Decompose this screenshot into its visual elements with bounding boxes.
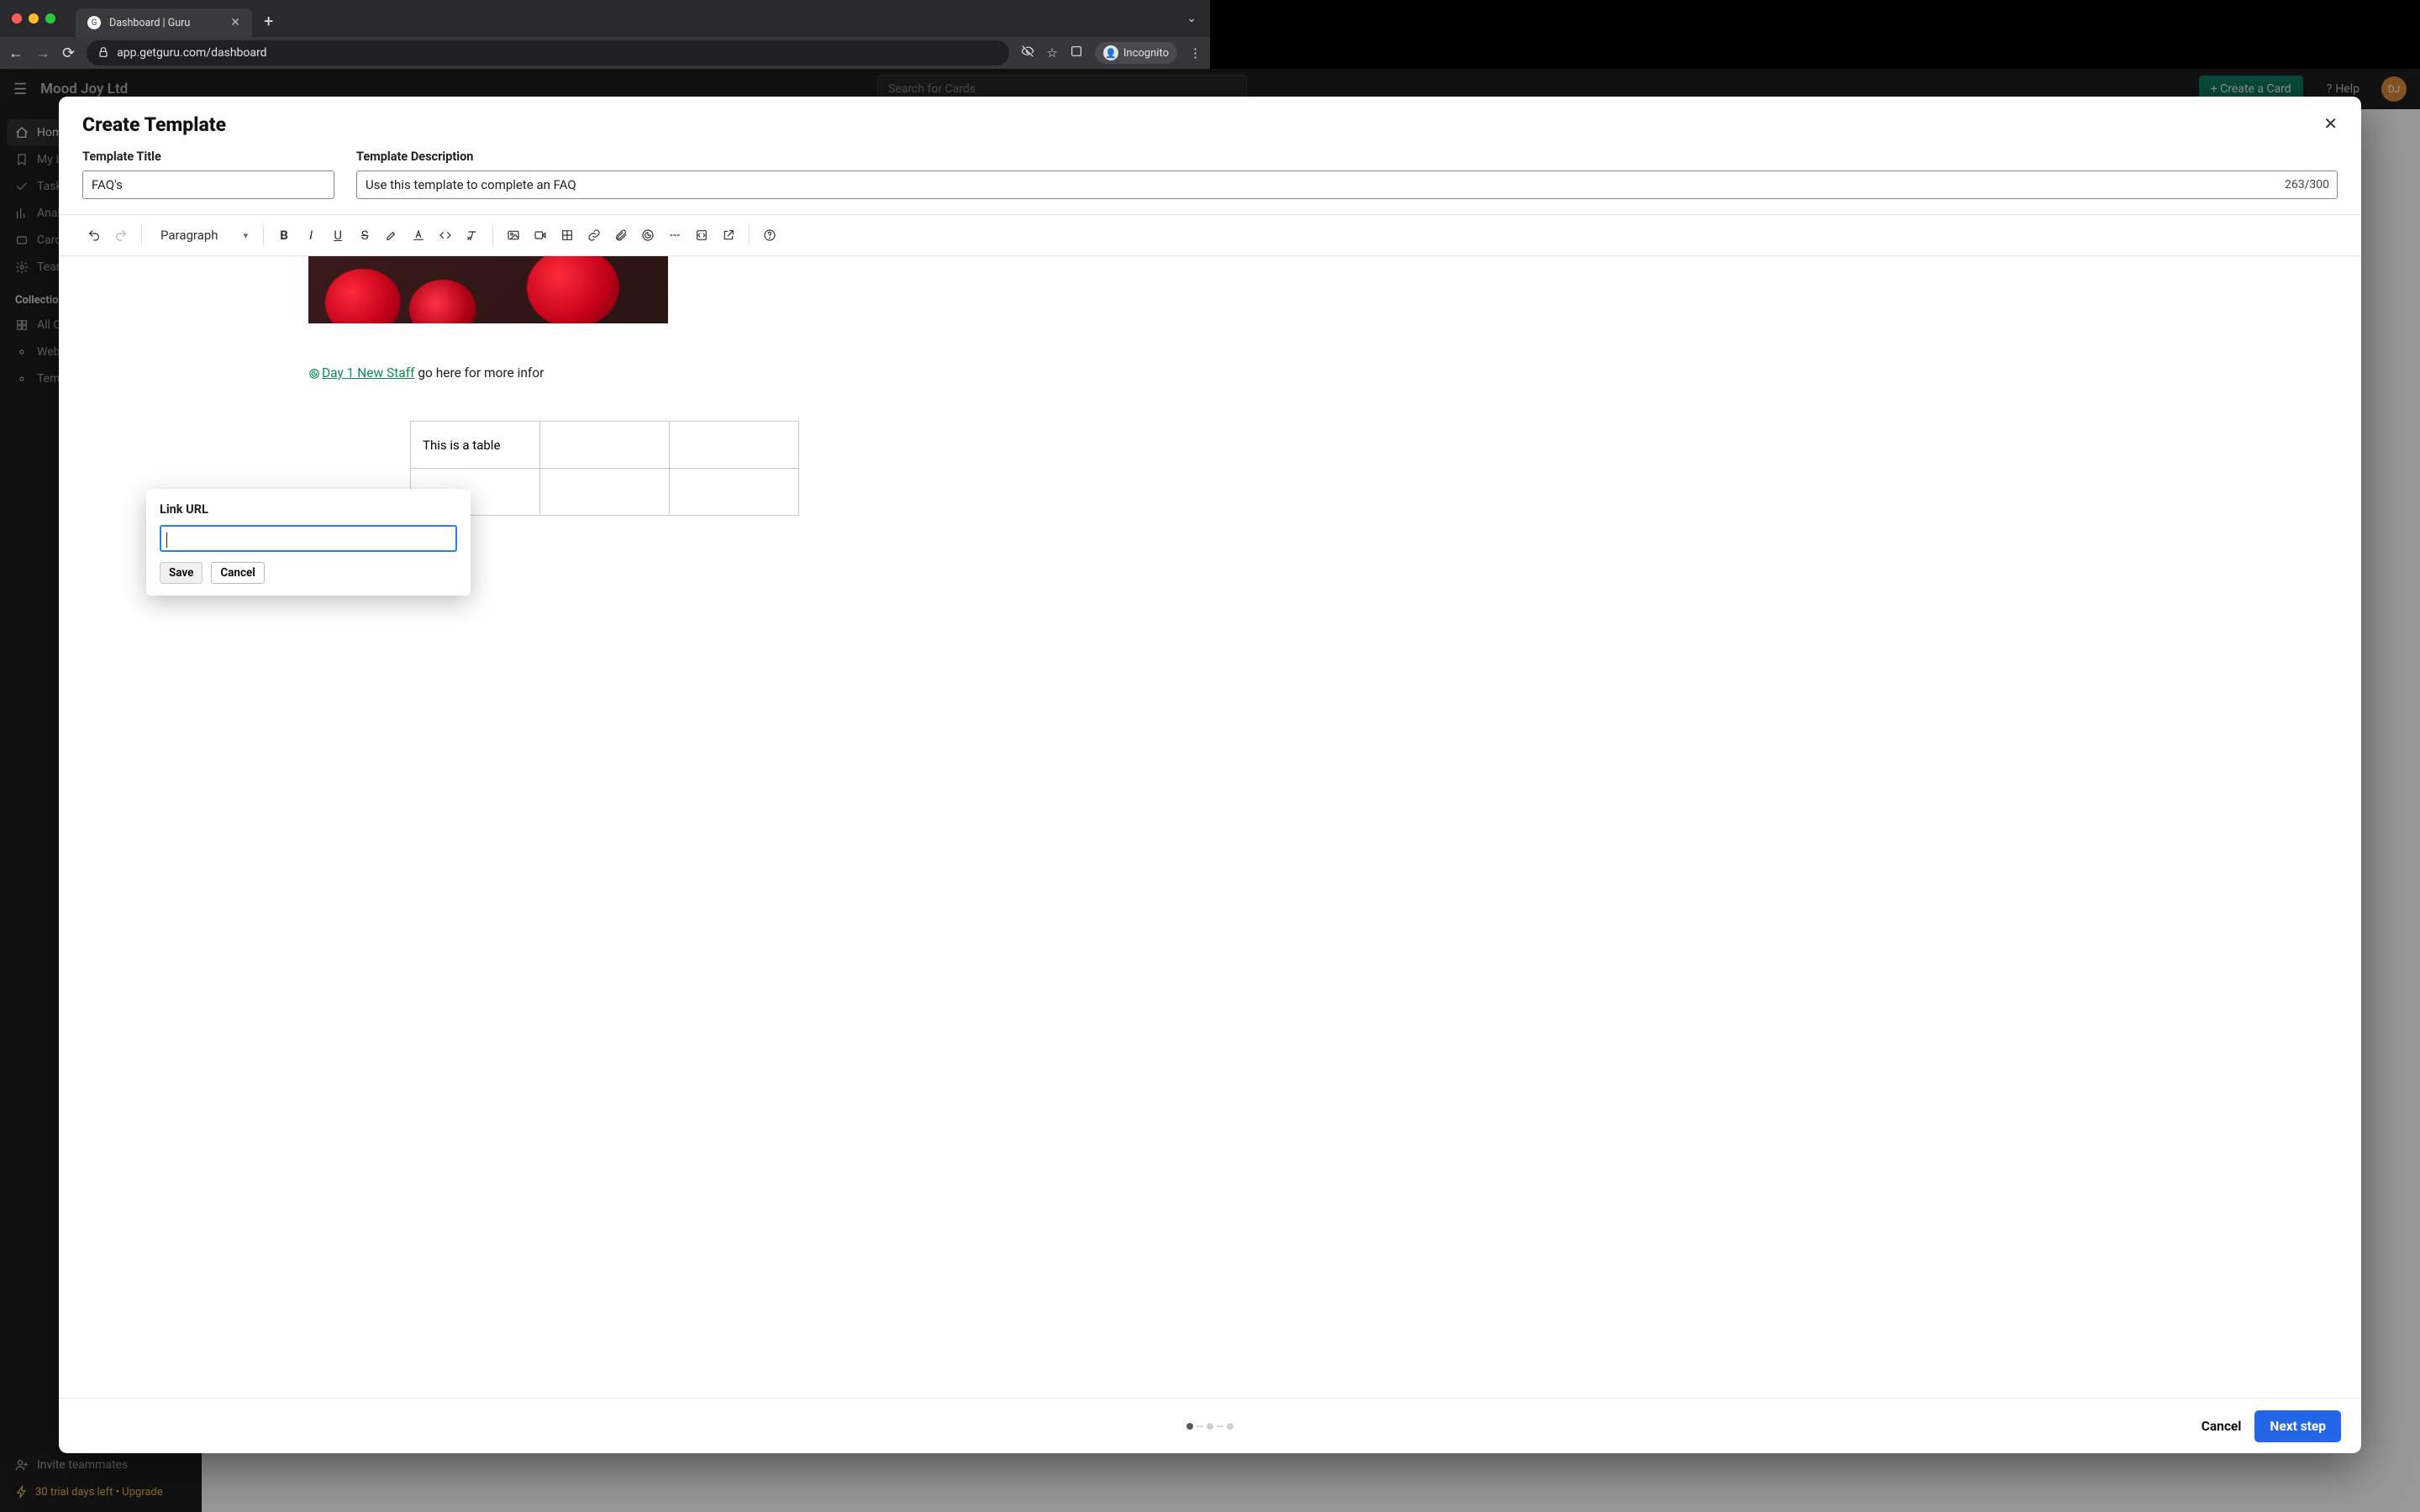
browser-toolbar: ← → ⟳ app.getguru.com/dashboard ☆ 👤 Inco… [0, 37, 1210, 69]
browser-tab[interactable]: G Dashboard | Guru ✕ [76, 8, 252, 37]
window-close[interactable] [12, 13, 22, 24]
table-cell[interactable]: This is a table [411, 422, 540, 469]
address-bar[interactable]: app.getguru.com/dashboard [87, 40, 1009, 66]
template-description-label: Template Description [356, 150, 2338, 164]
link-save-label: Save [169, 566, 193, 580]
table-button[interactable] [555, 223, 579, 247]
table-cell[interactable] [540, 422, 670, 469]
open-external-button[interactable] [717, 223, 740, 247]
clear-format-button[interactable] [460, 223, 484, 247]
content-text: go here for more infor [414, 365, 544, 381]
content-guru-link[interactable]: Day 1 New Staff [322, 365, 414, 381]
chevron-down-icon: ▾ [244, 230, 249, 241]
next-step-button[interactable]: Next step [2254, 1410, 2341, 1442]
text-cursor [166, 533, 167, 548]
guru-card-button[interactable] [636, 223, 660, 247]
new-tab-button[interactable]: + [264, 11, 273, 31]
underline-button[interactable]: U [326, 223, 350, 247]
step-indicator [1186, 1423, 1234, 1430]
tab-title: Dashboard | Guru [109, 17, 222, 29]
next-label: Next step [2270, 1419, 2326, 1434]
bold-button[interactable]: B [272, 223, 296, 247]
modal-title: Create Template [82, 113, 226, 136]
modal-close-icon[interactable]: ✕ [2323, 113, 2338, 134]
link-url-popover: Link URL Save Cancel [146, 489, 471, 596]
iframe-button[interactable] [690, 223, 713, 247]
step-dot-2 [1207, 1423, 1213, 1430]
forward-button[interactable]: → [35, 45, 50, 62]
video-button[interactable] [529, 223, 552, 247]
table-cell[interactable] [670, 469, 799, 516]
editor-content[interactable]: Day 1 New Staff go here for more infor T… [59, 256, 2361, 1398]
table-cell[interactable] [540, 469, 670, 516]
reload-button[interactable]: ⟳ [62, 45, 75, 62]
incognito-label: Incognito [1123, 47, 1169, 60]
link-url-input[interactable] [160, 525, 457, 552]
template-title-label: Template Title [82, 150, 334, 164]
format-select[interactable]: Paragraph ▾ [150, 228, 255, 243]
help-toolbar-button[interactable] [758, 223, 781, 247]
editor-toolbar: Paragraph ▾ B I U S [59, 214, 2361, 256]
divider-button[interactable] [663, 223, 687, 247]
step-dot-1 [1186, 1423, 1193, 1430]
link-url-label: Link URL [160, 502, 457, 517]
lock-icon [97, 45, 110, 61]
window-zoom[interactable] [45, 13, 55, 24]
template-title-input[interactable] [82, 171, 334, 199]
kebab-menu-icon[interactable]: ⋮ [1189, 45, 1202, 60]
back-button[interactable]: ← [8, 45, 24, 62]
window-minimize[interactable] [29, 13, 39, 24]
italic-button[interactable]: I [299, 223, 323, 247]
content-image[interactable] [308, 256, 668, 323]
eye-off-icon[interactable] [1021, 45, 1034, 61]
link-cancel-button[interactable]: Cancel [211, 562, 264, 584]
window-expand-icon[interactable]: ⌄ [1186, 12, 1197, 25]
cancel-button[interactable]: Cancel [2202, 1419, 2242, 1434]
tab-favicon: G [87, 16, 101, 29]
guru-link-icon [308, 368, 320, 380]
create-template-modal: Create Template ✕ Template Title Templat… [59, 97, 2361, 1453]
tab-close-icon[interactable]: ✕ [230, 16, 240, 29]
extensions-icon[interactable] [1070, 45, 1083, 61]
image-button[interactable] [502, 223, 525, 247]
incognito-icon: 👤 [1103, 45, 1118, 60]
bookmark-star-icon[interactable]: ☆ [1046, 45, 1057, 60]
highlight-button[interactable] [380, 223, 403, 247]
link-button[interactable] [582, 223, 606, 247]
step-dot-3 [1227, 1423, 1234, 1430]
table-cell[interactable] [670, 422, 799, 469]
redo-button[interactable] [109, 223, 133, 247]
strikethrough-button[interactable]: S [353, 223, 376, 247]
description-counter: 263/300 [2285, 178, 2329, 192]
format-label: Paragraph [160, 228, 218, 243]
template-description-input[interactable] [356, 171, 2338, 199]
link-cancel-label: Cancel [220, 566, 255, 580]
cancel-label: Cancel [2202, 1419, 2242, 1434]
content-paragraph[interactable]: Day 1 New Staff go here for more infor [308, 365, 2361, 381]
url-text: app.getguru.com/dashboard [117, 46, 266, 60]
attachment-button[interactable] [609, 223, 633, 247]
text-color-button[interactable] [407, 223, 430, 247]
code-button[interactable] [434, 223, 457, 247]
undo-button[interactable] [82, 223, 106, 247]
incognito-indicator[interactable]: 👤 Incognito [1095, 42, 1177, 64]
link-save-button[interactable]: Save [160, 562, 203, 584]
